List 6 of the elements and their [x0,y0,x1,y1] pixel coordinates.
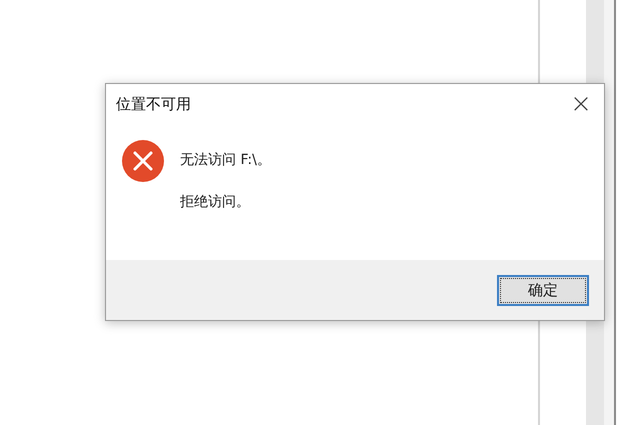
message-text: 无法访问 F:\。 [180,151,271,170]
message-text: 拒绝访问。 [180,193,251,212]
close-button[interactable]: × [566,89,596,119]
error-icon [122,140,164,182]
ok-button[interactable]: 确定 [497,274,589,306]
window-title: 位置不可用 [116,94,191,115]
